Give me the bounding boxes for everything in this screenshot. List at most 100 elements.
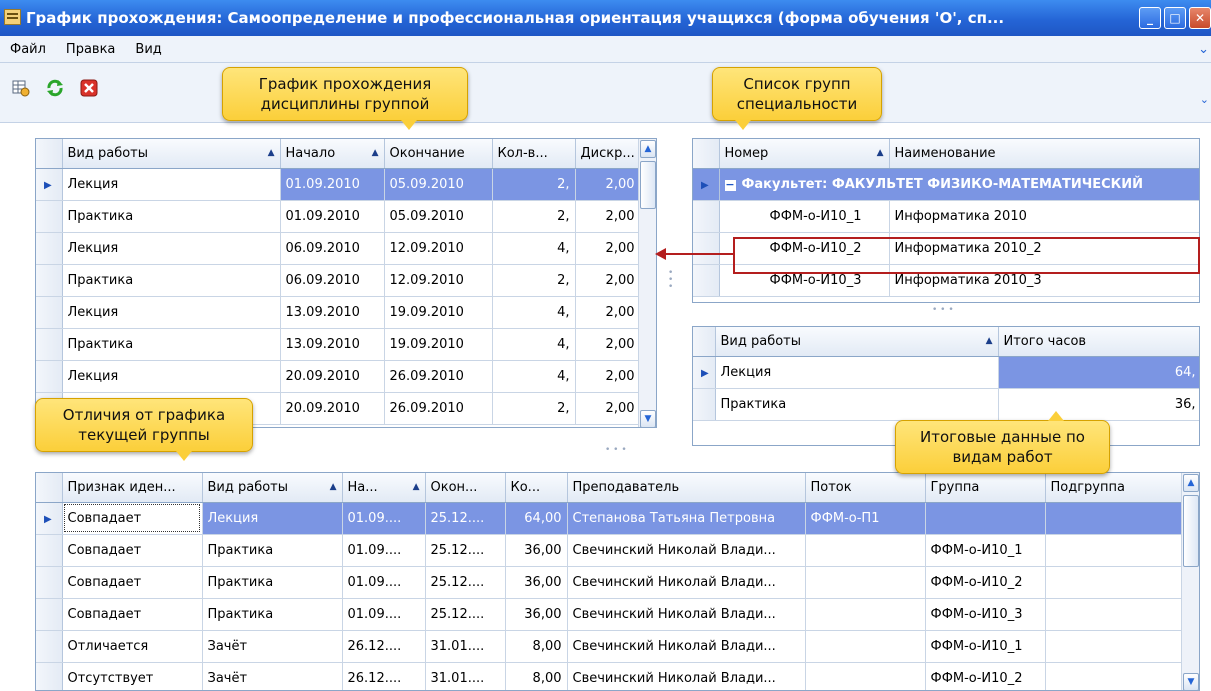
minimize-button[interactable]: _ bbox=[1139, 7, 1161, 29]
col-header-name[interactable]: Наименование bbox=[889, 139, 1199, 169]
menu-view[interactable]: Вид bbox=[135, 42, 161, 57]
cell-stream[interactable] bbox=[805, 662, 926, 690]
cell-group[interactable]: ФФМ-о-И10_2 bbox=[925, 662, 1046, 690]
menu-chevron-icon[interactable]: ⌄ bbox=[1198, 42, 1209, 57]
row-indicator[interactable] bbox=[36, 328, 63, 361]
cell-work-type[interactable]: Зачёт bbox=[202, 662, 343, 690]
cell-count[interactable]: 2, bbox=[492, 200, 576, 233]
close-window-button[interactable]: ✕ bbox=[1189, 7, 1211, 29]
cell-work-type[interactable]: Практика bbox=[62, 200, 281, 233]
cell-work-type[interactable]: Лекция bbox=[202, 502, 343, 535]
cell-match-flag[interactable]: Отличается bbox=[62, 630, 203, 663]
col-header-subgroup[interactable]: Подгруппа bbox=[1045, 473, 1184, 503]
cell-discrete[interactable]: 2,00 bbox=[575, 200, 641, 233]
scroll-up-icon[interactable]: ▲ bbox=[640, 140, 656, 158]
cell-work-type[interactable]: Зачёт bbox=[202, 630, 343, 663]
cell-teacher[interactable]: Степанова Татьяна Петровна bbox=[567, 502, 806, 535]
cell-teacher[interactable]: Свечинский Николай Влади... bbox=[567, 534, 806, 567]
cell-subgroup[interactable] bbox=[1045, 534, 1184, 567]
cell-group-number[interactable]: ФФМ-о-И10_2 bbox=[719, 232, 890, 265]
cell-count[interactable]: 36,00 bbox=[505, 534, 568, 567]
table-row[interactable]: Лекция 20.09.2010 26.09.2010 4, 2,00 bbox=[36, 360, 641, 393]
cell-stream[interactable] bbox=[805, 566, 926, 599]
cell-subgroup[interactable] bbox=[1045, 566, 1184, 599]
cell-match-flag[interactable]: Совпадает bbox=[62, 502, 203, 535]
table-row[interactable]: Лекция 06.09.2010 12.09.2010 4, 2,00 bbox=[36, 232, 641, 265]
cell-total-hours[interactable]: 64, bbox=[998, 356, 1199, 389]
cell-group[interactable]: ФФМ-о-И10_2 bbox=[925, 566, 1046, 599]
table-row[interactable]: Совпадает Практика 01.09.... 25.12.... 36,00… bbox=[36, 598, 1184, 631]
cell-end[interactable]: 25.12.... bbox=[425, 502, 506, 535]
cell-work-type[interactable]: Практика bbox=[202, 598, 343, 631]
cell-work-type[interactable]: Лекция bbox=[62, 168, 281, 201]
table-row[interactable]: Практика 13.09.2010 19.09.2010 4, 2,00 bbox=[36, 328, 641, 361]
cell-work-type[interactable]: Практика bbox=[62, 264, 281, 297]
cell-match-flag[interactable]: Совпадает bbox=[62, 598, 203, 631]
table-row[interactable]: ФФМ-о-И10_2 Информатика 2010_2 bbox=[693, 232, 1199, 265]
cell-count[interactable]: 4, bbox=[492, 360, 576, 393]
cell-match-flag[interactable]: Отсутствует bbox=[62, 662, 203, 690]
cell-discrete[interactable]: 2,00 bbox=[575, 168, 641, 201]
cell-discrete[interactable]: 2,00 bbox=[575, 328, 641, 361]
cell-group[interactable]: ФФМ-о-И10_3 bbox=[925, 598, 1046, 631]
cell-start[interactable]: 13.09.2010 bbox=[280, 296, 385, 329]
row-indicator[interactable] bbox=[36, 232, 63, 265]
row-indicator[interactable] bbox=[36, 296, 63, 329]
cell-work-type[interactable]: Практика bbox=[62, 328, 281, 361]
cell-group[interactable]: ФФМ-о-И10_1 bbox=[925, 630, 1046, 663]
cell-start[interactable]: 01.09.2010 bbox=[280, 200, 385, 233]
table-row[interactable]: ▶ Лекция 64, bbox=[693, 356, 1199, 389]
cell-start[interactable]: 26.12.... bbox=[342, 630, 426, 663]
cell-match-flag[interactable]: Совпадает bbox=[62, 534, 203, 567]
cell-teacher[interactable]: Свечинский Николай Влади... bbox=[567, 630, 806, 663]
cell-discrete[interactable]: 2,00 bbox=[575, 264, 641, 297]
row-indicator[interactable] bbox=[36, 360, 63, 393]
cell-count[interactable]: 8,00 bbox=[505, 662, 568, 690]
table-row[interactable]: ФФМ-о-И10_3 Информатика 2010_3 bbox=[693, 264, 1199, 297]
col-header-number[interactable]: Номер ▲ bbox=[719, 139, 890, 169]
cell-teacher[interactable]: Свечинский Николай Влади... bbox=[567, 566, 806, 599]
cell-teacher[interactable]: Свечинский Николай Влади... bbox=[567, 662, 806, 690]
table-row[interactable]: ФФМ-о-И10_1 Информатика 2010 bbox=[693, 200, 1199, 233]
diff-scrollbar[interactable]: ▲ ▼ bbox=[1181, 473, 1199, 690]
col-header-discrete[interactable]: Дискр... bbox=[575, 139, 641, 169]
cell-start[interactable]: 01.09.... bbox=[342, 566, 426, 599]
cell-teacher[interactable]: Свечинский Николай Влади... bbox=[567, 598, 806, 631]
scroll-down-icon[interactable]: ▼ bbox=[640, 410, 656, 427]
cell-group-name[interactable]: Информатика 2010_2 bbox=[889, 232, 1199, 265]
table-row[interactable]: Практика 36, bbox=[693, 388, 1199, 421]
table-row[interactable]: ▶ Лекция 01.09.2010 05.09.2010 2, 2,00 bbox=[36, 168, 641, 201]
row-indicator[interactable] bbox=[36, 264, 63, 297]
col-header-count[interactable]: Кол-в... bbox=[492, 139, 576, 169]
cell-subgroup[interactable] bbox=[1045, 630, 1184, 663]
splitter-grip[interactable]: • • • bbox=[932, 305, 954, 315]
splitter-grip[interactable]: • • • bbox=[605, 445, 627, 455]
cell-end[interactable]: 05.09.2010 bbox=[384, 168, 493, 201]
row-indicator[interactable] bbox=[36, 200, 63, 233]
cell-work-type[interactable]: Лекция bbox=[62, 232, 281, 265]
scroll-thumb[interactable] bbox=[1183, 495, 1199, 567]
cell-start[interactable]: 20.09.2010 bbox=[280, 392, 385, 425]
cell-count[interactable]: 4, bbox=[492, 296, 576, 329]
cell-end[interactable]: 25.12.... bbox=[425, 598, 506, 631]
cell-group-number[interactable]: ФФМ-о-И10_1 bbox=[719, 200, 890, 233]
col-header-count[interactable]: Ко... bbox=[505, 473, 568, 503]
cell-end[interactable]: 26.09.2010 bbox=[384, 392, 493, 425]
cell-match-flag[interactable]: Совпадает bbox=[62, 566, 203, 599]
cell-end[interactable]: 25.12.... bbox=[425, 534, 506, 567]
row-indicator[interactable] bbox=[36, 566, 63, 599]
scroll-up-icon[interactable]: ▲ bbox=[1183, 474, 1199, 492]
cell-start[interactable]: 20.09.2010 bbox=[280, 360, 385, 393]
row-indicator[interactable] bbox=[36, 630, 63, 663]
collapse-icon[interactable]: − bbox=[724, 179, 736, 191]
col-header-teacher[interactable]: Преподаватель bbox=[567, 473, 806, 503]
row-indicator[interactable] bbox=[36, 662, 63, 690]
cell-start[interactable]: 06.09.2010 bbox=[280, 264, 385, 297]
maximize-button[interactable]: □ bbox=[1164, 7, 1186, 29]
menu-edit[interactable]: Правка bbox=[66, 42, 115, 57]
col-header-start[interactable]: Начало ▲ bbox=[280, 139, 385, 169]
cell-group-number[interactable]: ФФМ-о-И10_3 bbox=[719, 264, 890, 297]
grid-settings-button[interactable] bbox=[10, 77, 32, 99]
refresh-button[interactable] bbox=[44, 77, 66, 99]
cell-stream[interactable] bbox=[805, 598, 926, 631]
